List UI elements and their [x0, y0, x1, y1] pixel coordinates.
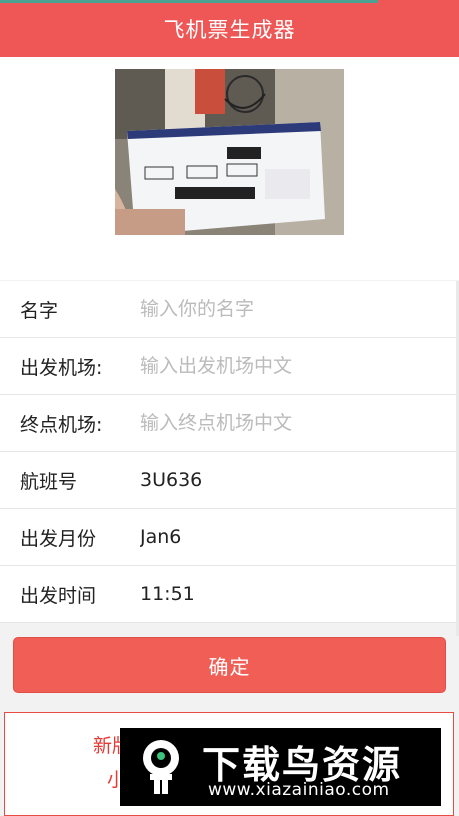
top-accent-bar — [0, 0, 378, 3]
ticket-form: 名字 出发机场: 终点机场: 航班号 出发月份 出发时间 — [0, 281, 459, 623]
flight-number-input[interactable] — [140, 469, 447, 491]
confirm-button[interactable]: 确定 — [13, 637, 446, 693]
departure-month-input[interactable] — [140, 526, 447, 548]
watermark-overlay: 下载鸟资源 www.xiazainiao.com — [120, 728, 441, 806]
departure-time-label: 出发时间 — [20, 584, 97, 607]
form-row-departure-month: 出发月份 — [0, 509, 459, 566]
name-input[interactable] — [140, 298, 447, 320]
departure-month-label: 出发月份 — [20, 527, 97, 550]
form-row-destination-airport: 终点机场: — [0, 395, 459, 452]
name-label: 名字 — [20, 299, 59, 322]
departure-time-input[interactable] — [140, 583, 447, 605]
page-title: 飞机票生成器 — [163, 17, 296, 42]
bird-logo-icon — [143, 740, 179, 794]
app-header: 飞机票生成器 — [0, 0, 459, 57]
departure-airport-label: 出发机场: — [20, 356, 103, 379]
flight-number-label: 航班号 — [20, 470, 78, 493]
photo-area — [0, 57, 459, 280]
form-row-departure-airport: 出发机场: — [0, 338, 459, 395]
form-row-flight-number: 航班号 — [0, 452, 459, 509]
watermark-url: www.xiazainiao.com — [208, 780, 390, 800]
form-row-departure-time: 出发时间 — [0, 566, 459, 623]
destination-airport-input[interactable] — [140, 412, 447, 434]
boarding-pass-photo — [115, 69, 344, 235]
form-row-name: 名字 — [0, 281, 459, 338]
destination-airport-label: 终点机场: — [20, 413, 103, 436]
departure-airport-input[interactable] — [140, 355, 447, 377]
